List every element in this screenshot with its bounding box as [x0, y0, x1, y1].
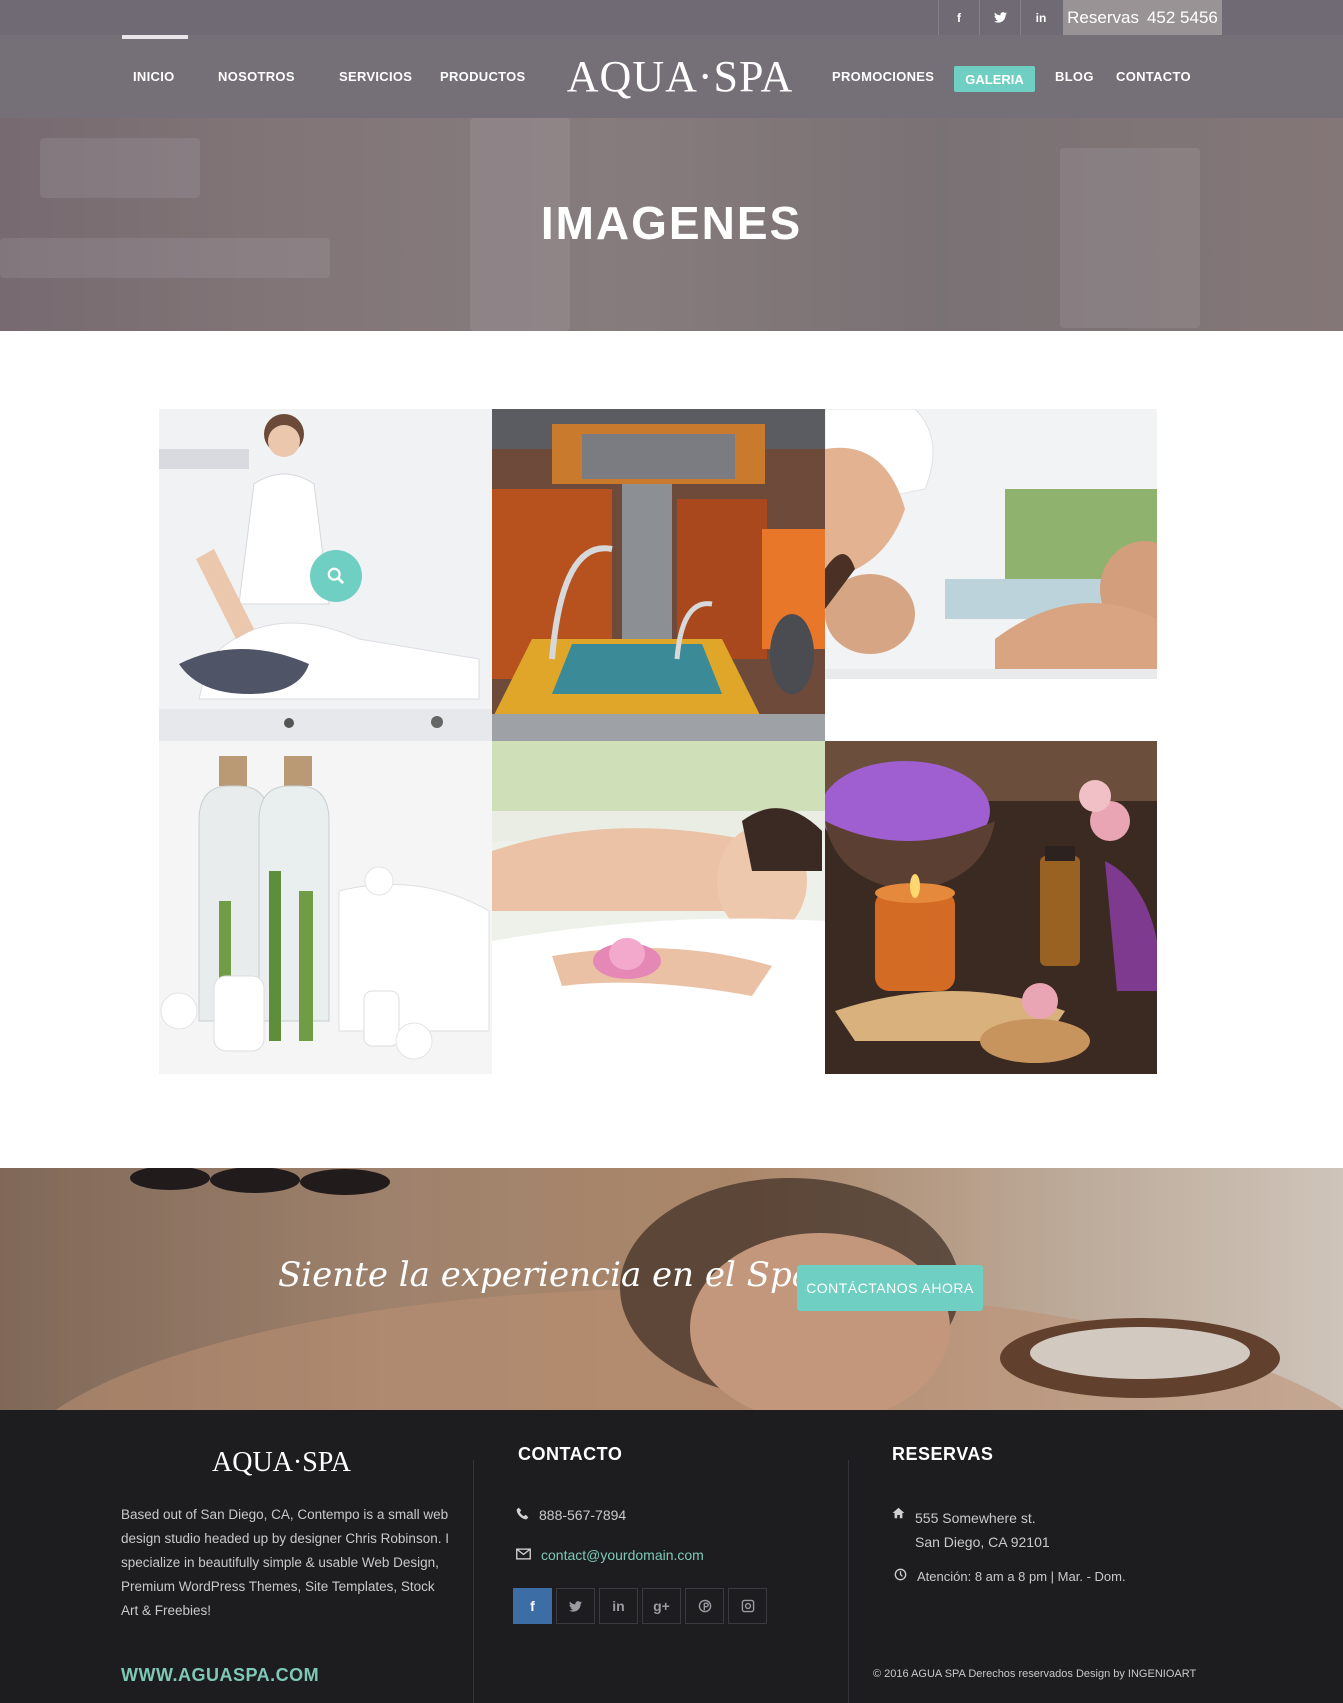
reservations-label: Reservas [1067, 7, 1139, 27]
footer-phone: 888-567-7894 [516, 1507, 626, 1523]
linkedin-icon[interactable]: in [599, 1588, 638, 1624]
footer-contact-heading: CONTACTO [518, 1444, 623, 1464]
nav-item-promociones[interactable]: PROMOCIONES [832, 35, 934, 118]
reservations-number: 452 5456 [1146, 7, 1218, 27]
email-link[interactable]: contact@yourdomain.com [541, 1547, 704, 1563]
footer-address: 555 Somewhere st. San Diego, CA 92101 [892, 1506, 1050, 1554]
home-icon [892, 1506, 905, 1522]
envelope-icon [516, 1547, 531, 1563]
google-plus-icon[interactable]: g+ [642, 1588, 681, 1624]
contact-now-button[interactable]: CONTÁCTANOS AHORA [797, 1265, 983, 1311]
clock-icon [894, 1568, 907, 1584]
nav-item-galeria[interactable]: GALERIA [954, 66, 1035, 92]
page-hero: IMAGENES [0, 118, 1343, 331]
site-logo[interactable]: AQUA·SPA [560, 35, 800, 118]
address-line-2: San Diego, CA 92101 [915, 1534, 1050, 1550]
nav-item-contacto[interactable]: CONTACTO [1116, 35, 1191, 118]
gallery-image-therapy[interactable] [159, 409, 492, 741]
footer-logo[interactable]: AQUA·SPA [212, 1447, 351, 1479]
twitter-icon[interactable] [556, 1588, 595, 1624]
linkedin-icon[interactable]: in [1020, 0, 1061, 35]
gallery-image-woman-lotus[interactable] [492, 741, 825, 1074]
cta-tagline: Siente la experiencia en el Spa [278, 1255, 813, 1295]
gallery-image-pool[interactable] [492, 409, 825, 741]
footer-website-link[interactable]: WWW.AGUASPA.COM [121, 1665, 319, 1686]
phone-icon [516, 1507, 529, 1523]
footer-about-text: Based out of San Diego, CA, Contempo is … [121, 1507, 449, 1618]
hours-text: Atención: 8 am a 8 pm | Mar. - Dom. [917, 1568, 1126, 1584]
pinterest-icon[interactable] [685, 1588, 724, 1624]
footer-social-links: f in g+ [513, 1588, 767, 1624]
main-nav: INICIO NOSOTROS SERVICIOS PRODUCTOS AQUA… [0, 35, 1343, 118]
address-line-1: 555 Somewhere st. [915, 1510, 1036, 1526]
nav-item-blog[interactable]: BLOG [1055, 35, 1094, 118]
gallery-image-candle-salts[interactable] [825, 741, 1157, 1074]
footer-divider [848, 1460, 849, 1703]
footer-divider [473, 1460, 474, 1703]
cta-banner: Siente la experiencia en el Spa CONTÁCTA… [0, 1168, 1343, 1410]
gallery-image-couple-massage[interactable] [825, 409, 1157, 741]
twitter-icon[interactable] [979, 0, 1020, 35]
phone-number: 888-567-7894 [539, 1507, 627, 1523]
instagram-icon[interactable] [728, 1588, 767, 1624]
facebook-icon[interactable]: f [513, 1588, 552, 1624]
gallery-image-oils[interactable] [159, 741, 492, 1074]
image-gallery [159, 409, 1157, 1074]
facebook-icon[interactable]: f [938, 0, 979, 35]
address-lines: 555 Somewhere st. San Diego, CA 92101 [915, 1506, 1050, 1554]
top-bar: f in Reservas 452 5456 [0, 0, 1343, 35]
page-title: IMAGENES [540, 197, 803, 249]
footer-copyright: © 2016 AGUA SPA Derechos reservados Desi… [873, 1668, 1197, 1680]
nav-item-nosotros[interactable]: NOSOTROS [218, 35, 295, 118]
site-footer: AQUA·SPA Based out of San Diego, CA, Con… [0, 1410, 1343, 1703]
footer-reservas-heading: RESERVAS [892, 1444, 994, 1464]
reservations-phone[interactable]: Reservas 452 5456 [1063, 0, 1222, 35]
top-social-links: f in [938, 0, 1061, 35]
zoom-search-icon[interactable] [310, 550, 362, 602]
nav-item-inicio[interactable]: INICIO [133, 35, 175, 118]
footer-hours: Atención: 8 am a 8 pm | Mar. - Dom. [894, 1568, 1126, 1584]
nav-item-productos[interactable]: PRODUCTOS [440, 35, 526, 118]
nav-item-servicios[interactable]: SERVICIOS [339, 35, 412, 118]
footer-email[interactable]: contact@yourdomain.com [516, 1547, 704, 1563]
